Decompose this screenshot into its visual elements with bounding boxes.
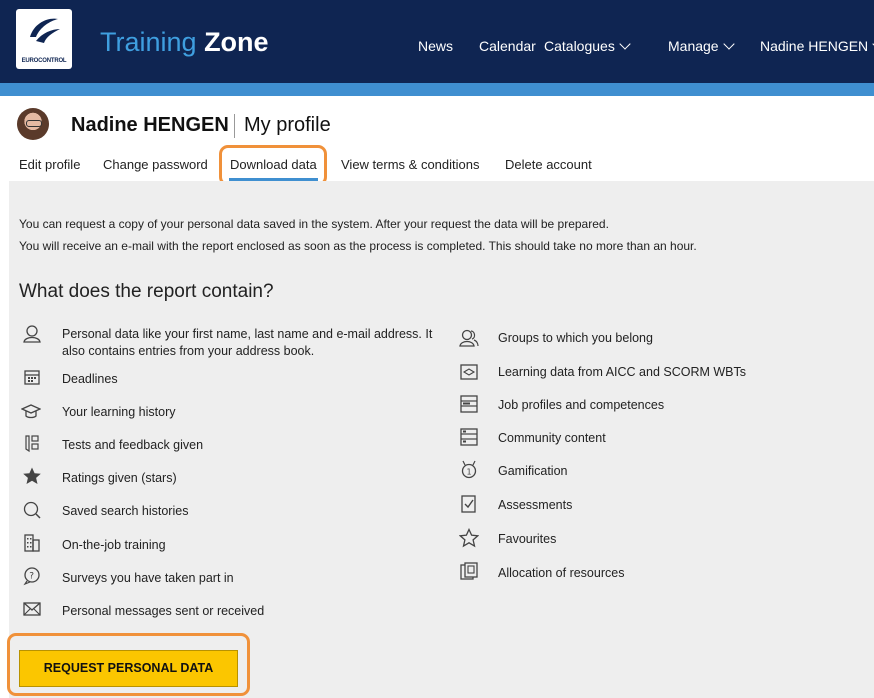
list-item-favourites: Favourites [498, 532, 557, 546]
list-item-tests: Tests and feedback given [62, 438, 204, 452]
nav-catalogues-label: Catalogues [544, 38, 615, 54]
list-item-on-the-job: On-the-job training [62, 538, 166, 552]
app-title-second: Zone [204, 27, 269, 57]
list-item-messages: Personal messages sent or received [62, 604, 265, 618]
list-item-learning-history: Your learning history [62, 405, 176, 419]
nav-manage[interactable]: Manage [668, 38, 735, 54]
graduation-cap-icon [20, 401, 42, 421]
app-title-first: Training [100, 27, 197, 57]
nav-manage-label: Manage [668, 38, 719, 54]
logo-mark-icon [30, 18, 60, 43]
resource-allocation-icon [459, 561, 479, 581]
group-icon [459, 328, 479, 348]
envelope-icon [22, 599, 42, 619]
nav-calendar[interactable]: Calendar [479, 38, 536, 54]
logo-text: EUROCONTROL [21, 58, 67, 64]
intro-text-line2: You will receive an e-mail with the repo… [19, 239, 697, 253]
page-title: My profile [244, 114, 331, 136]
user-icon [22, 324, 42, 344]
list-item-job-profiles: Job profiles and competences [498, 398, 665, 412]
request-personal-data-button[interactable]: REQUEST PERSONAL DATA [19, 650, 238, 687]
nav-news[interactable]: News [418, 38, 453, 54]
assessment-icon [459, 494, 479, 514]
eurocontrol-logo[interactable]: EUROCONTROL [16, 9, 72, 69]
tab-change-password[interactable]: Change password [103, 157, 208, 172]
profile-name: Nadine HENGEN [71, 114, 229, 136]
list-item-groups: Groups to which you belong [498, 331, 653, 345]
intro-text-line1: You can request a copy of your personal … [19, 217, 609, 231]
list-item-personal-data: Personal data like your first name, last… [62, 326, 432, 360]
chevron-down-icon [722, 38, 735, 50]
personal-data-line1: Personal data like your first name, last… [62, 327, 433, 341]
avatar [17, 108, 49, 140]
tab-edit-profile[interactable]: Edit profile [19, 157, 80, 172]
nav-catalogues[interactable]: Catalogues [544, 38, 631, 54]
list-item-gamification: Gamification [498, 464, 568, 478]
list-item-ratings: Ratings given (stars) [62, 471, 177, 485]
list-item-community: Community content [498, 431, 606, 445]
personal-data-line2: also contains entries from your address … [62, 344, 315, 358]
star-filled-icon [22, 466, 42, 486]
list-item-allocation: Allocation of resources [498, 566, 625, 580]
svg-text:?: ? [29, 572, 34, 582]
title-divider [234, 114, 235, 138]
list-item-saved-search: Saved search histories [62, 504, 189, 518]
gamification-icon: 1 [459, 460, 479, 480]
app-title[interactable]: Training Zone [100, 27, 269, 58]
svg-text:1: 1 [467, 468, 472, 477]
calendar-icon [22, 367, 42, 387]
tab-delete-account[interactable]: Delete account [505, 157, 592, 172]
nav-user-menu[interactable]: Nadine HENGEN [760, 38, 874, 54]
header-accent-band [0, 83, 874, 96]
list-item-surveys: Surveys you have taken part in [62, 571, 234, 585]
tab-highlight-frame [219, 145, 327, 186]
search-icon [22, 500, 42, 520]
list-item-deadlines: Deadlines [62, 372, 118, 386]
building-icon [22, 533, 42, 553]
community-icon [459, 427, 479, 447]
section-heading: What does the report contain? [19, 281, 274, 302]
list-item-assessments: Assessments [498, 498, 573, 512]
list-item-learning-data: Learning data from AICC and SCORM WBTs [498, 365, 747, 379]
checklist-icon [22, 433, 42, 453]
nav-user-label: Nadine HENGEN [760, 38, 869, 54]
tab-view-terms[interactable]: View terms & conditions [341, 157, 480, 172]
job-profile-icon [459, 394, 479, 414]
wbt-icon [459, 362, 479, 382]
question-bubble-icon: ? [22, 566, 42, 586]
star-outline-icon [458, 527, 480, 548]
chevron-down-icon [619, 38, 631, 50]
